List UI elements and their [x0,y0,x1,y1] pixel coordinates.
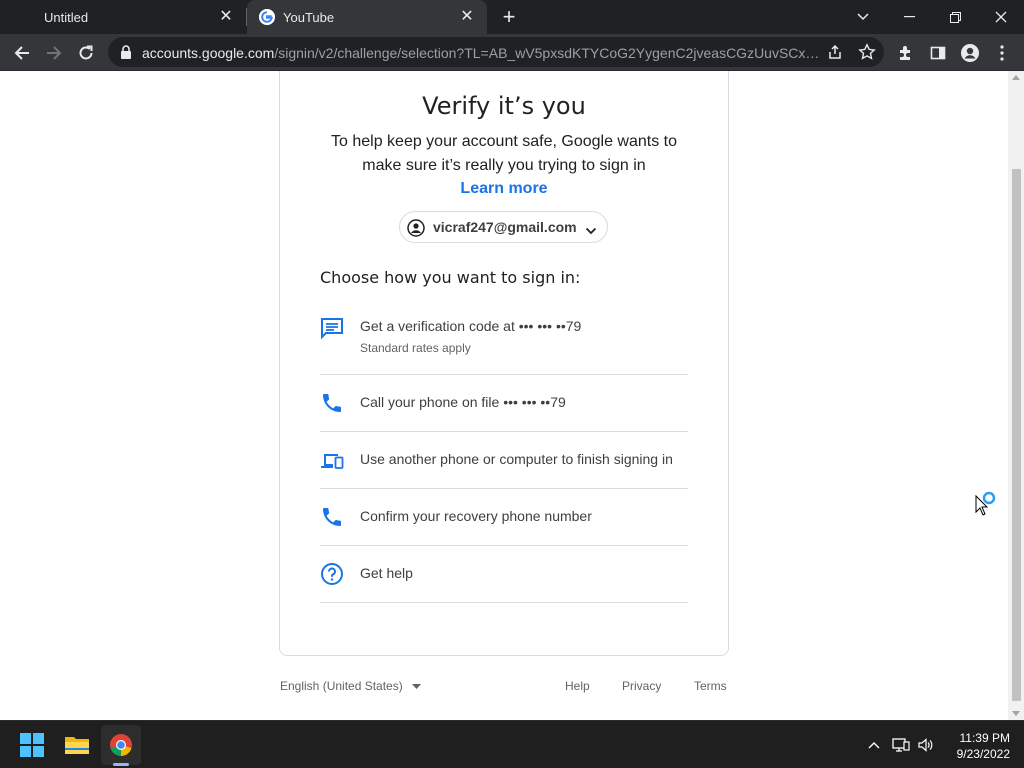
forward-button[interactable] [40,39,68,67]
back-button[interactable] [8,39,36,67]
option-label: Use another phone or computer to finish … [360,451,673,467]
tab-search-icon[interactable] [840,0,886,34]
bookmark-star-icon[interactable] [858,43,876,61]
phone-icon [320,505,344,529]
share-icon[interactable] [826,43,844,61]
account-email: vicraf247@gmail.com [433,219,577,235]
volume-icon[interactable] [916,735,936,755]
help-icon [320,562,344,586]
option-another-device[interactable]: Use another phone or computer to finish … [320,432,688,489]
account-circle-icon [407,219,425,242]
option-sublabel: Standard rates apply [360,341,471,355]
file-explorer-icon[interactable] [57,725,97,765]
new-tab-button[interactable]: + [498,6,520,28]
close-window-button[interactable] [978,0,1024,34]
scroll-up-arrow-icon[interactable] [1012,75,1020,80]
restore-button[interactable] [932,0,978,34]
learn-more-link[interactable]: Learn more [279,180,729,198]
lock-icon[interactable] [120,45,132,64]
scroll-thumb[interactable] [1012,169,1021,701]
close-tab-icon[interactable]: ✕ [459,9,475,25]
signin-options-list: Get a verification code at ••• ••• ••79 … [320,297,688,603]
language-selector[interactable]: English (United States) [280,679,422,693]
tab-untitled[interactable]: Untitled ✕ [0,0,246,34]
windows-taskbar: 11:39 PM 9/23/2022 [0,720,1024,768]
option-label: Confirm your recovery phone number [360,508,592,524]
chrome-taskbar-icon[interactable] [101,725,141,765]
clock-time: 11:39 PM [959,731,1010,745]
page-scrollbar[interactable] [1008,71,1024,720]
busy-cursor-icon [975,491,1001,524]
url-text[interactable]: accounts.google.com/signin/v2/challenge/… [142,45,822,61]
page-content: Verify it’s you To help keep your accoun… [0,71,1008,720]
devices-icon [320,448,344,472]
phone-icon [320,391,344,415]
option-verification-code[interactable]: Get a verification code at ••• ••• ••79 … [320,297,688,375]
show-hidden-icons-chevron-icon[interactable] [864,735,884,755]
google-favicon-icon [259,9,275,25]
choose-method-label: Choose how you want to sign in: [320,268,581,287]
message-icon [320,316,344,340]
clock-date: 9/23/2022 [956,747,1010,761]
option-label: Get a verification code at ••• ••• ••79 [360,318,582,334]
google-logo-icon [502,71,522,75]
page-title: Verify it’s you [422,92,586,120]
network-icon[interactable] [891,735,911,755]
close-tab-icon[interactable]: ✕ [218,9,234,25]
tab-title: YouTube [283,10,335,25]
verify-description: To help keep your account safe, Google w… [331,133,677,174]
side-panel-icon[interactable] [924,39,952,67]
language-label: English (United States) [280,679,403,693]
minimize-button[interactable] [886,0,932,34]
browser-titlebar: Untitled ✕ YouTube ✕ + [0,0,1024,34]
option-get-help[interactable]: Get help [320,546,688,603]
footer-help-link[interactable]: Help [565,679,590,693]
dropdown-arrow-icon [412,684,422,690]
chevron-down-icon [585,222,597,240]
active-app-indicator [113,763,129,766]
browser-toolbar: accounts.google.com/signin/v2/challenge/… [0,34,1024,71]
footer-terms-link[interactable]: Terms [694,679,727,693]
system-clock[interactable]: 11:39 PM 9/23/2022 [944,730,1010,762]
start-windows-icon[interactable] [12,725,52,765]
tab-title: Untitled [44,10,89,25]
account-chip[interactable]: vicraf247@gmail.com [399,211,608,243]
option-call-phone[interactable]: Call your phone on file ••• ••• ••79 [320,375,688,432]
profile-avatar-icon[interactable] [956,39,984,67]
option-recovery-phone[interactable]: Confirm your recovery phone number [320,489,688,546]
option-label: Call your phone on file ••• ••• ••79 [360,394,566,410]
footer-privacy-link[interactable]: Privacy [622,679,661,693]
menu-kebab-icon[interactable] [988,39,1016,67]
address-bar[interactable]: accounts.google.com/signin/v2/challenge/… [108,37,884,67]
tab-youtube[interactable]: YouTube ✕ [247,0,487,34]
reload-button[interactable] [72,39,100,67]
option-label: Get help [360,565,413,581]
scroll-down-arrow-icon[interactable] [1012,711,1020,716]
extensions-icon[interactable] [892,39,920,67]
